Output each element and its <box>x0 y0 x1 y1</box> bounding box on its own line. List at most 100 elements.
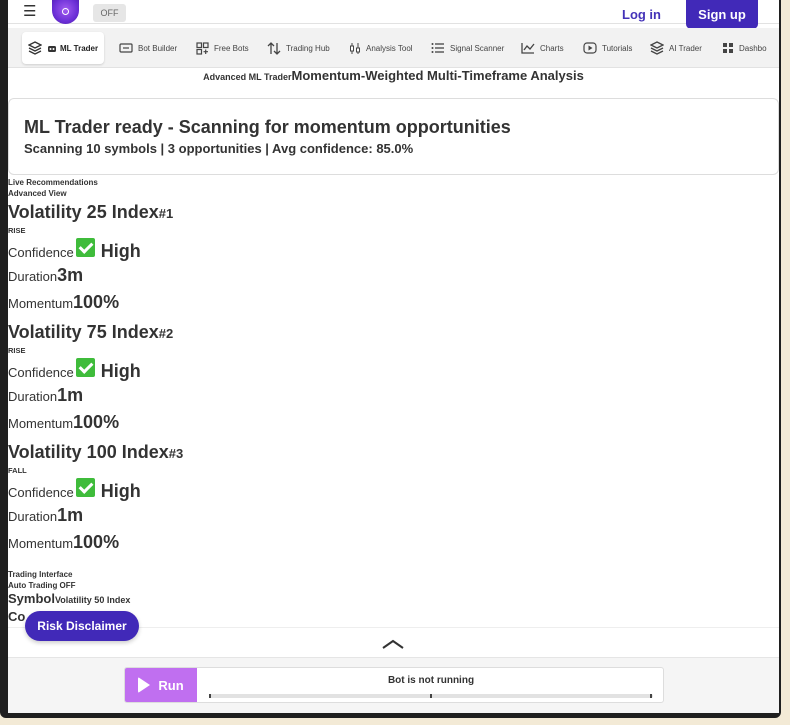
recommendation-card: Volatility 100 Index#3 FALL Confidence Hi… <box>8 439 779 559</box>
play-icon <box>583 42 597 54</box>
duration-value: 1m <box>57 385 84 405</box>
chart-icon <box>521 43 535 54</box>
momentum-value: 100% <box>73 292 120 312</box>
dashboard-icon <box>723 43 733 53</box>
tab-ml-trader[interactable]: ML Trader <box>22 32 105 64</box>
confidence-value: High <box>100 241 141 261</box>
duration-row: Duration 1m <box>8 505 779 532</box>
recommendations-panel: Live Recommendations Advanced View Volat… <box>8 177 779 559</box>
run-box: Run Bot is not running <box>124 667 664 703</box>
free-bots-icon <box>196 41 209 55</box>
tab-signal-scanner[interactable]: Signal Scanner <box>431 32 504 64</box>
duration-row: Duration 1m <box>8 385 779 412</box>
symbol-name: Volatility 100 Index#3 <box>8 442 184 462</box>
run-label: Run <box>158 677 184 693</box>
play-icon <box>138 677 151 693</box>
trading-heading: Trading Interface <box>8 570 73 579</box>
direction-label: FALL <box>8 466 27 475</box>
momentum-row: Momentum 100% <box>8 412 779 439</box>
symbol-select[interactable]: Volatility 50 Index <box>55 595 130 605</box>
symbol-rank: #1 <box>158 206 174 221</box>
tab-free-bots[interactable]: Free Bots <box>196 32 249 64</box>
recommendation-card: Volatility 25 Index#1 RISE Confidence Hig… <box>8 199 779 319</box>
bot-icon <box>48 46 56 52</box>
tab-label: Analysis Tool <box>366 43 413 53</box>
recommendations-heading: Live Recommendations <box>8 178 98 187</box>
direction-label: RISE <box>8 346 26 355</box>
main-nav: ML Trader Bot Builder Free Bots Trading … <box>8 28 779 68</box>
direction-label: RISE <box>8 226 26 235</box>
tab-trading-hub[interactable]: Trading Hub <box>267 32 330 64</box>
check-icon <box>75 238 95 257</box>
page-title-main: Momentum-Weighted Multi-Timeframe Analys… <box>291 68 584 83</box>
bot-progress-track <box>209 694 653 698</box>
momentum-row: Momentum 100% <box>8 532 779 559</box>
symbol-rank: #3 <box>168 446 184 461</box>
momentum-value: 100% <box>73 532 120 552</box>
momentum-row: Momentum 100% <box>8 292 779 319</box>
status-title: ML Trader ready - Scanning for momentum … <box>24 117 511 137</box>
confidence-value: High <box>100 361 141 381</box>
page-title: Advanced ML TraderMomentum-Weighted Mult… <box>8 68 779 83</box>
symbol-rank: #2 <box>158 326 174 341</box>
symbol-row: SymbolVolatility 50 Index <box>8 591 130 608</box>
progress-tick <box>209 694 211 698</box>
progress-tick <box>650 694 652 698</box>
progress-tick <box>430 694 432 698</box>
check-icon <box>75 478 95 497</box>
tab-label: Free Bots <box>214 43 249 53</box>
duration-value: 3m <box>57 265 84 285</box>
tab-charts[interactable]: Charts <box>521 32 564 64</box>
menu-icon[interactable]: ☰ <box>23 4 36 20</box>
momentum-label: Momentum <box>8 296 74 311</box>
symbol-name: Volatility 25 Index#1 <box>8 202 174 222</box>
risk-disclaimer-button[interactable]: Risk Disclaimer <box>25 611 139 641</box>
window-frame: ☰ OFF Log in Sign up ML Trader Bot Build… <box>0 0 781 718</box>
bot-status-text: Bot is not running <box>387 675 475 686</box>
duration-label: Duration <box>8 509 58 524</box>
duration-label: Duration <box>8 389 58 404</box>
view-mode-label[interactable]: Advanced View <box>8 188 779 199</box>
check-icon <box>75 358 95 377</box>
top-header: ☰ OFF Log in Sign up <box>8 0 779 29</box>
layers-icon <box>28 41 42 55</box>
duration-value: 1m <box>57 505 84 525</box>
tab-label: Dashbo <box>739 43 767 53</box>
confidence-row: Confidence High <box>8 238 779 265</box>
login-link[interactable]: Log in <box>622 7 661 22</box>
tab-label: Trading Hub <box>286 43 330 53</box>
confidence-row: Confidence High <box>8 358 779 385</box>
confidence-label: Confidence <box>8 485 74 500</box>
run-panel: Run Bot is not running <box>8 658 779 713</box>
trading-hub-icon <box>267 41 281 55</box>
tab-label: ML Trader <box>60 43 99 53</box>
page-title-small: Advanced ML Trader <box>203 72 292 82</box>
confidence-value: High <box>100 481 141 501</box>
layers-icon <box>650 41 664 55</box>
tab-label: Tutorials <box>602 43 633 53</box>
run-button[interactable]: Run <box>125 668 197 702</box>
auto-trading-status[interactable]: Auto Trading OFF <box>8 580 130 591</box>
tab-ai-trader[interactable]: AI Trader <box>650 32 702 64</box>
signup-button[interactable]: Sign up <box>686 0 758 29</box>
status-card: ML Trader ready - Scanning for momentum … <box>8 98 779 175</box>
tab-label: Bot Builder <box>138 43 178 53</box>
tab-label: AI Trader <box>669 43 702 53</box>
confidence-label: Confidence <box>8 245 74 260</box>
tab-tutorials[interactable]: Tutorials <box>583 32 632 64</box>
tab-analysis-tool[interactable]: Analysis Tool <box>349 32 413 64</box>
symbol-label: Symbol <box>8 591 55 606</box>
symbol-name: Volatility 75 Index#2 <box>8 322 174 342</box>
recommendation-card: Volatility 75 Index#2 RISE Confidence Hig… <box>8 319 779 439</box>
list-icon <box>431 43 444 53</box>
brand-logo[interactable] <box>52 0 79 24</box>
confidence-label: Confidence <box>8 365 74 380</box>
momentum-value: 100% <box>73 412 120 432</box>
page-viewport: ☰ OFF Log in Sign up ML Trader Bot Build… <box>8 0 779 713</box>
confidence-row: Confidence High <box>8 478 779 505</box>
chevron-up-icon[interactable] <box>382 638 404 650</box>
tab-dashboard[interactable]: Dashbo <box>722 32 767 64</box>
theme-toggle[interactable]: OFF <box>93 4 126 22</box>
tab-bot-builder[interactable]: Bot Builder <box>119 32 177 64</box>
momentum-label: Momentum <box>8 536 74 551</box>
